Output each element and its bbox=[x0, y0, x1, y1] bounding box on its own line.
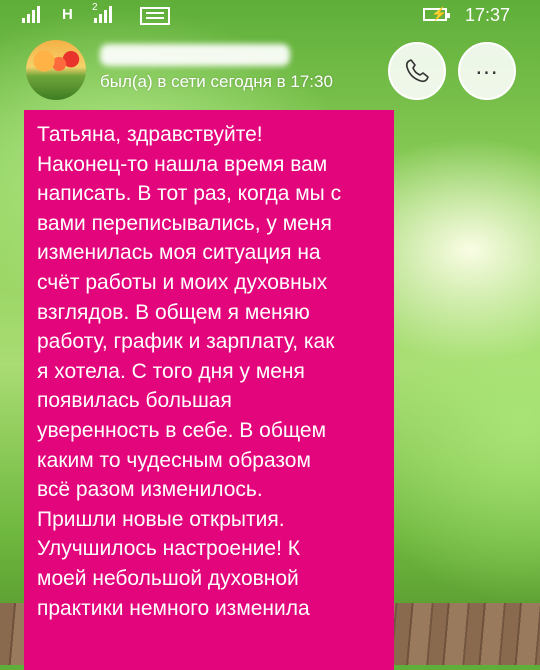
message-line: написать. В тот раз, когда мы с bbox=[37, 182, 342, 206]
message-line: Улучшилось настроение! К bbox=[37, 537, 300, 561]
contact-name[interactable] bbox=[100, 44, 290, 66]
last-seen-status: был(а) в сети сегодня в 17:30 bbox=[100, 72, 333, 91]
call-button[interactable] bbox=[388, 42, 446, 100]
status-bar: H 2 ⚡ 17:37 bbox=[0, 0, 540, 32]
message-line: Пришли новые открытия. bbox=[37, 507, 285, 531]
message-line: вами переписывались, у меня bbox=[37, 211, 332, 235]
message-line: каким то чудесным образом bbox=[37, 448, 311, 472]
message-line: счёт работы и моих духовных bbox=[37, 270, 328, 294]
message-line: всё разом изменилось. bbox=[37, 478, 263, 502]
signal-icon bbox=[94, 6, 112, 23]
message-line: взглядов. В общем я меняю bbox=[37, 300, 310, 324]
message-line: появилась большая bbox=[37, 389, 232, 413]
message-line: уверенность в себе. В общем bbox=[37, 418, 327, 442]
avatar[interactable] bbox=[26, 40, 86, 100]
clock: 17:37 bbox=[465, 5, 511, 25]
message-line: изменилась моя ситуация на bbox=[37, 241, 321, 265]
call-icon bbox=[405, 59, 429, 83]
network-type: H bbox=[62, 6, 73, 23]
message-line: работу, график и зарплату, как bbox=[37, 330, 335, 354]
message-icon bbox=[140, 7, 170, 25]
battery-icon: ⚡ bbox=[423, 6, 450, 21]
more-icon: ... bbox=[475, 53, 499, 80]
signal-icon bbox=[22, 6, 40, 23]
more-button[interactable]: ... bbox=[458, 42, 516, 100]
message-line: Наконец-то нашла время вам bbox=[37, 152, 328, 176]
message-line: я хотела. С того дня у меня bbox=[37, 359, 305, 383]
message-bubble: Татьяна, здравствуйте! Наконец-то нашла … bbox=[24, 110, 394, 670]
message-line: практики немного изменила bbox=[37, 596, 310, 620]
message-line: моей небольшой духовной bbox=[37, 566, 299, 590]
message-line: Татьяна, здравствуйте! bbox=[37, 123, 263, 146]
